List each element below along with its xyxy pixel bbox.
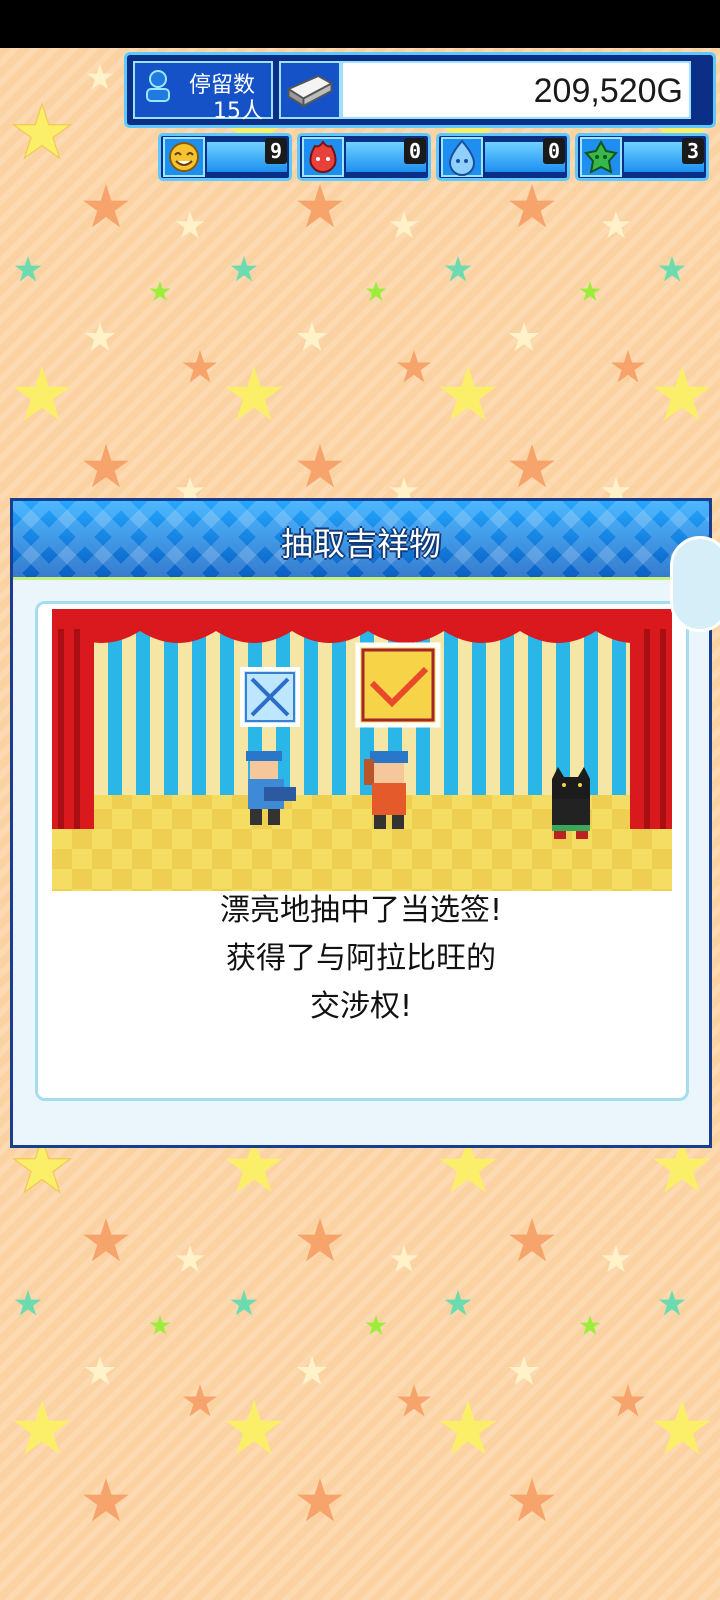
result-line-1: 漂亮地抽中了当选签! — [219, 893, 503, 928]
guest-count-panel: 停留数 15人 — [133, 61, 273, 124]
resource-red: 0 — [297, 133, 431, 181]
dialog-title: 抽取吉祥物 — [280, 525, 441, 563]
resource-green-value: 3 — [682, 138, 704, 164]
money-value: 209,520G — [533, 72, 683, 110]
resource-green: 3 — [575, 133, 709, 181]
red-flame-icon — [302, 137, 344, 177]
money-icon-panel — [279, 61, 341, 119]
lottery-stage-scene — [52, 609, 672, 891]
money-panel: 209,520G — [341, 61, 691, 119]
status-bar — [0, 0, 720, 48]
resource-yellow: 9 — [158, 133, 292, 181]
yellow-smile-icon — [163, 137, 205, 177]
result-line-3: 交涉权! — [309, 989, 413, 1024]
black-cat-mascot — [552, 767, 590, 839]
mascot-draw-dialog[interactable]: 抽取吉祥物 漂亮地抽中了当选签! 获得了与阿拉比旺的 交涉权! — [10, 498, 712, 1148]
guest-count-value: 15人 — [213, 99, 263, 124]
resource-yellow-value: 9 — [265, 138, 287, 164]
resource-red-value: 0 — [404, 138, 426, 164]
dialog-header: 抽取吉祥物 — [13, 501, 709, 580]
result-line-2: 获得了与阿拉比旺的 — [226, 941, 496, 976]
x-mark-icon — [240, 667, 300, 727]
resource-blue-value: 0 — [543, 138, 565, 164]
green-leaf-icon — [580, 137, 622, 177]
silver-bar-icon — [286, 74, 334, 108]
check-mark-icon — [355, 642, 441, 728]
blue-drop-icon — [441, 137, 483, 177]
person-icon — [146, 70, 170, 102]
resource-blue: 0 — [436, 133, 570, 181]
floating-side-button[interactable] — [670, 536, 720, 632]
top-hud: 停留数 15人 209,520G — [124, 52, 716, 128]
